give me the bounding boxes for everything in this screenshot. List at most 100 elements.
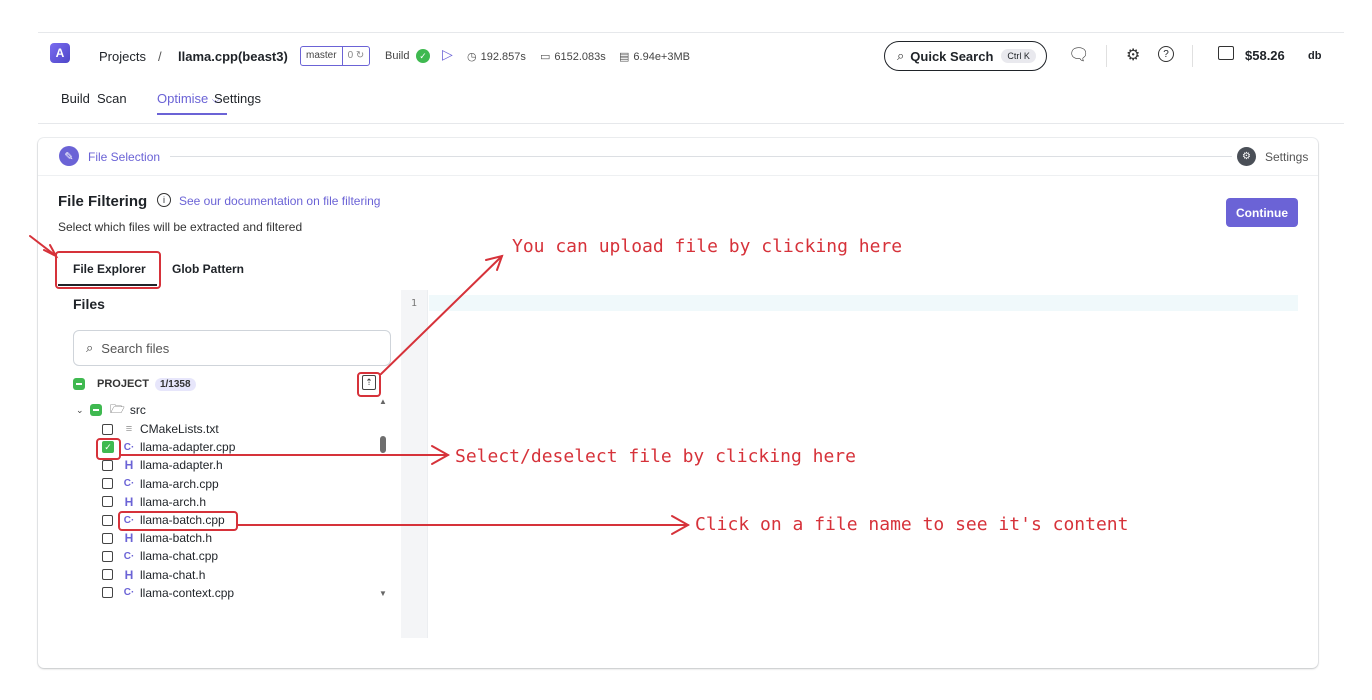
annotation-box-file-explorer xyxy=(55,251,161,289)
search-icon: ⌕ xyxy=(897,48,905,63)
file-name[interactable]: llama-arch.cpp xyxy=(140,477,219,491)
check-circle-icon: ✓ xyxy=(416,49,430,63)
scroll-up-arrow[interactable]: ▲ xyxy=(379,397,387,406)
branch-refresh-count[interactable]: 0 ↻ xyxy=(343,47,370,65)
branch-selector[interactable]: master 0 ↻ xyxy=(300,46,371,66)
file-row[interactable]: C· llama-context.cpp xyxy=(102,584,234,602)
project-root-row: PROJECT 1/1358 xyxy=(73,376,196,392)
project-count-badge: 1/1358 xyxy=(154,377,196,391)
file-checkbox[interactable] xyxy=(102,459,113,471)
file-name[interactable]: llama-batch.h xyxy=(140,531,212,545)
cpp-file-icon: C· xyxy=(123,441,135,453)
step-connector xyxy=(170,156,1232,157)
file-row[interactable]: Hllama-batch.h xyxy=(102,529,212,547)
folder-name[interactable]: src xyxy=(130,403,146,417)
file-name[interactable]: CMakeLists.txt xyxy=(140,422,219,436)
file-checkbox[interactable] xyxy=(102,532,113,544)
cpp-file-icon: C· xyxy=(123,550,135,562)
help-icon[interactable]: ? xyxy=(1158,46,1174,62)
file-checkbox[interactable] xyxy=(102,550,113,562)
tab-glob-pattern[interactable]: Glob Pattern xyxy=(172,262,244,276)
project-checkbox[interactable] xyxy=(73,378,85,390)
search-placeholder: Search files xyxy=(101,340,170,356)
file-name[interactable]: llama-context.cpp xyxy=(140,586,234,600)
play-icon[interactable]: ▷ xyxy=(442,46,453,63)
top-bar: A Projects / llama.cpp(beast3) master 0 … xyxy=(38,32,1344,80)
file-row[interactable]: C· llama-chat.cpp xyxy=(102,547,218,565)
chat-icon[interactable]: 🗨 xyxy=(1068,45,1090,65)
file-checkbox[interactable] xyxy=(102,514,113,526)
files-heading: Files xyxy=(73,296,105,312)
tab-build[interactable]: Build xyxy=(61,91,90,106)
active-tab-indicator xyxy=(157,113,227,115)
shortcut-badge: Ctrl K xyxy=(1001,49,1036,63)
stat-cpu: ▭ 6152.083s xyxy=(540,51,606,63)
divider xyxy=(1192,45,1193,67)
header-file-icon: H xyxy=(124,567,134,582)
folder-checkbox[interactable] xyxy=(90,404,102,416)
wallet-icon[interactable] xyxy=(1218,46,1234,60)
file-checkbox[interactable] xyxy=(102,569,113,581)
step-settings[interactable]: Settings xyxy=(1265,150,1308,164)
file-name[interactable]: llama-chat.cpp xyxy=(140,549,218,563)
header-file-icon: H xyxy=(124,531,134,546)
file-checkbox[interactable] xyxy=(102,587,113,599)
breadcrumb-project[interactable]: llama.cpp(beast3) xyxy=(178,49,288,64)
header-file-icon: H xyxy=(124,494,134,509)
file-name[interactable]: llama-arch.h xyxy=(140,495,206,509)
cpp-file-icon: C· xyxy=(123,587,135,599)
file-row[interactable]: Hllama-adapter.h xyxy=(102,456,223,474)
breadcrumb-projects[interactable]: Projects xyxy=(99,49,146,64)
tab-scan[interactable]: Scan xyxy=(97,91,127,106)
stat-time: ◷ 192.857s xyxy=(467,51,526,63)
file-name[interactable]: llama-adapter.cpp xyxy=(140,440,235,454)
annotation-box-checkbox xyxy=(96,438,121,460)
file-row[interactable]: ✓ C· llama-adapter.cpp xyxy=(102,438,235,456)
line-gutter xyxy=(401,290,428,638)
folder-open-icon: 🗁 xyxy=(110,401,125,416)
file-checkbox[interactable] xyxy=(102,478,113,490)
cpp-file-icon: C· xyxy=(123,478,135,490)
project-label: PROJECT xyxy=(97,378,149,390)
file-checkbox[interactable] xyxy=(102,496,113,508)
clock-icon: ◷ xyxy=(467,51,477,63)
documentation-link[interactable]: See our documentation on file filtering xyxy=(179,194,380,208)
pencil-icon: ✎ xyxy=(59,146,79,166)
annotation-box-upload xyxy=(357,372,381,397)
app-logo[interactable]: A xyxy=(50,43,70,63)
file-row[interactable]: Hllama-arch.h xyxy=(102,493,206,511)
search-input[interactable]: ⌕ Search files xyxy=(73,330,391,366)
annotation-upload-text: You can upload file by clicking here xyxy=(512,236,903,257)
info-icon: i xyxy=(157,193,171,207)
stat-memory: ▤ 6.94e+3MB xyxy=(619,51,690,63)
gear-icon[interactable]: ⚙ xyxy=(1126,45,1140,65)
page-title: File Filtering xyxy=(58,193,148,210)
balance[interactable]: $58.26 xyxy=(1245,48,1285,63)
file-row[interactable]: C· llama-arch.cpp xyxy=(102,475,219,493)
stepper: ✎ File Selection ⚙ Settings xyxy=(38,138,1318,176)
file-name[interactable]: llama-chat.h xyxy=(140,568,205,582)
tab-optimise[interactable]: Optimise ⌵ xyxy=(157,91,220,106)
cpu-icon: ▭ xyxy=(540,51,551,63)
quick-search-button[interactable]: ⌕ Quick Search Ctrl K xyxy=(884,41,1047,71)
text-file-icon: ≡ xyxy=(125,423,133,435)
step-file-selection[interactable]: File Selection xyxy=(88,150,160,164)
branch-name: master xyxy=(301,47,343,65)
search-icon: ⌕ xyxy=(86,340,94,355)
settings-step-icon: ⚙ xyxy=(1237,147,1256,166)
file-row[interactable]: ≡ CMakeLists.txt xyxy=(102,420,219,438)
annotation-box-filename xyxy=(118,511,238,531)
continue-button[interactable]: Continue xyxy=(1226,198,1298,227)
scrollbar-thumb[interactable] xyxy=(380,436,386,453)
file-row[interactable]: Hllama-chat.h xyxy=(102,566,205,584)
file-checkbox[interactable] xyxy=(102,423,113,435)
divider xyxy=(38,123,1344,124)
file-name[interactable]: llama-adapter.h xyxy=(140,458,223,472)
line-number: 1 xyxy=(411,298,418,309)
page-subtitle: Select which files will be extracted and… xyxy=(58,220,303,234)
chevron-down-icon[interactable]: ⌄ xyxy=(76,405,86,416)
tab-settings[interactable]: Settings xyxy=(214,91,261,106)
user-avatar[interactable]: db xyxy=(1308,50,1321,62)
folder-row[interactable]: ⌄ 🗁 src xyxy=(76,401,146,419)
scroll-down-arrow[interactable]: ▼ xyxy=(379,589,387,598)
